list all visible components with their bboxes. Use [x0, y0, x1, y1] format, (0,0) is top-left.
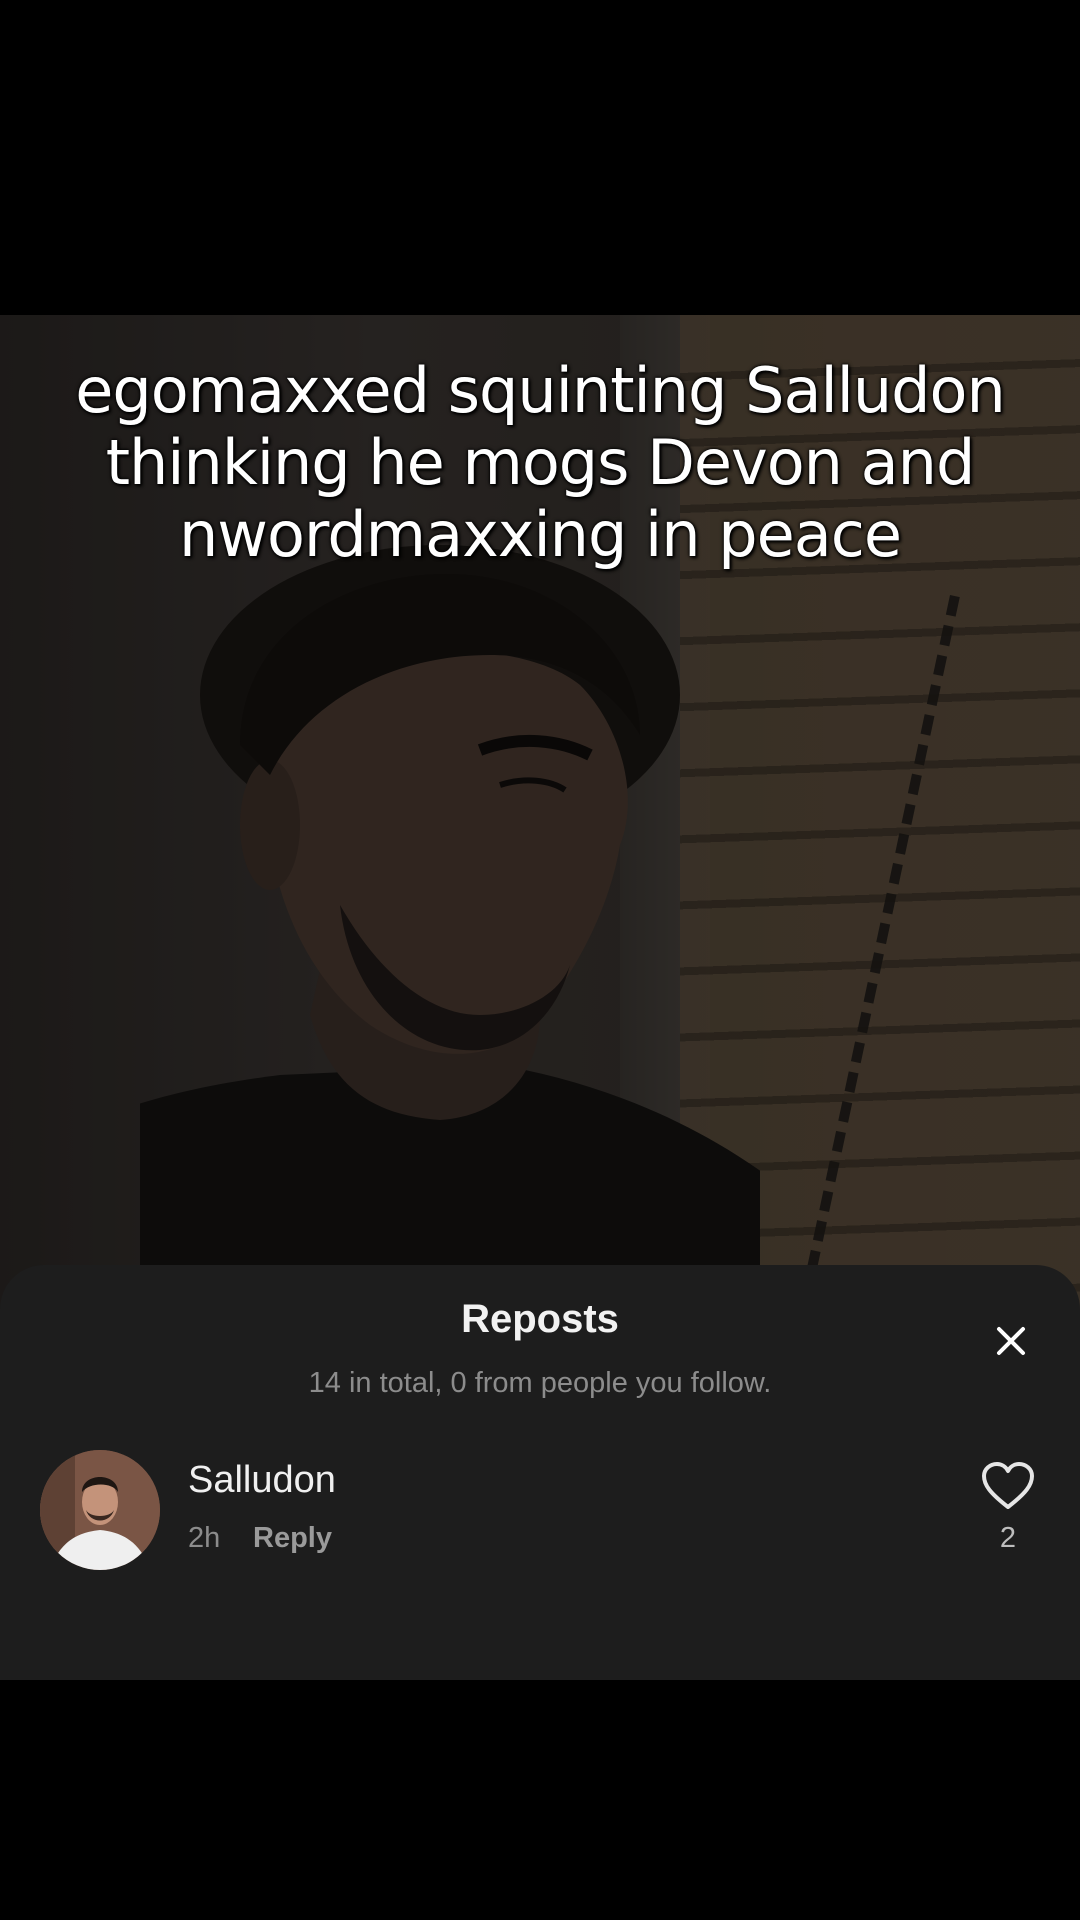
- reposts-summary: 14 in total, 0 from people you follow.: [308, 1367, 772, 1399]
- list-item: Salludon 2h Reply 2: [0, 1445, 1080, 1575]
- close-icon: [997, 1327, 1025, 1355]
- heart-icon: [982, 1462, 1034, 1509]
- like-button[interactable]: [980, 1461, 1036, 1511]
- like-count: 2: [999, 1522, 1017, 1554]
- video-caption: egomaxxed squinting Salludon thinking he…: [75, 354, 1006, 571]
- reply-button[interactable]: Reply: [253, 1522, 332, 1555]
- close-button[interactable]: [985, 1315, 1037, 1367]
- top-black-area: [0, 0, 1080, 315]
- avatar[interactable]: [40, 1450, 160, 1570]
- sheet-title: Reposts: [461, 1297, 619, 1341]
- repost-username[interactable]: Salludon: [188, 1459, 336, 1502]
- repost-time: 2h: [188, 1522, 221, 1554]
- bottom-black-area: [0, 1680, 1080, 1920]
- reposts-sheet: Reposts 14 in total, 0 from people you f…: [0, 1265, 1080, 1680]
- avatar-image: [40, 1450, 160, 1570]
